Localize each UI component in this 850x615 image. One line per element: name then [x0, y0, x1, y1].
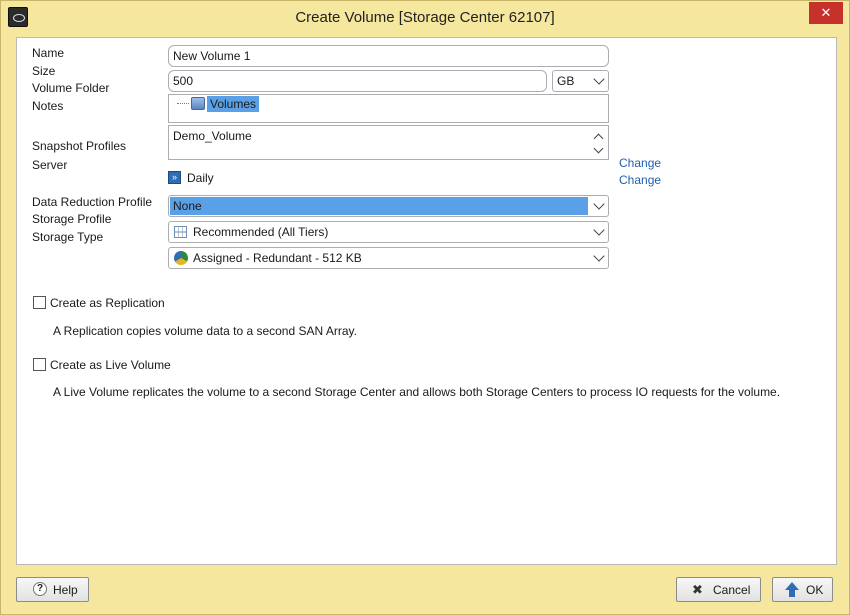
name-label: Name	[32, 46, 65, 60]
snapshot-profiles-label: Snapshot Profiles	[32, 139, 127, 153]
data-reduction-value: None	[173, 199, 202, 213]
replication-label[interactable]: Create as Replication	[50, 296, 165, 310]
storage-tiers-icon	[174, 226, 187, 238]
tree-node-volumes[interactable]: Volumes	[207, 96, 260, 112]
volume-folder-tree[interactable]: Volumes	[168, 94, 609, 123]
size-input[interactable]: 500	[168, 70, 547, 92]
replication-checkbox[interactable]	[33, 296, 46, 309]
size-unit-select[interactable]: GB	[552, 70, 609, 92]
scroll-up-icon[interactable]	[593, 133, 604, 144]
storage-type-icon	[174, 251, 188, 265]
data-reduction-select[interactable]: None	[168, 195, 609, 217]
volume-folder-label: Volume Folder	[32, 81, 110, 95]
tree-connector	[177, 103, 189, 104]
change-server-link[interactable]: Change	[619, 173, 661, 187]
storage-profile-label: Storage Profile	[32, 212, 112, 226]
server-label: Server	[32, 158, 68, 172]
chevron-down-icon	[593, 73, 605, 85]
cancel-button-label: Cancel	[713, 583, 751, 597]
close-button[interactable]: ✕	[809, 2, 843, 24]
cancel-button[interactable]: ✖ Cancel	[676, 577, 761, 602]
live-volume-label[interactable]: Create as Live Volume	[50, 358, 171, 372]
chevron-down-icon	[593, 224, 605, 236]
size-label: Size	[32, 64, 56, 78]
database-icon	[191, 97, 205, 110]
arrow-up-icon	[785, 582, 799, 590]
size-unit-value: GB	[557, 74, 575, 88]
chevron-down-icon	[593, 250, 605, 262]
selection-highlight	[170, 197, 588, 215]
window-title: Create Volume [Storage Center 62107]	[295, 9, 555, 26]
title-bar[interactable]: Create Volume [Storage Center 62107] ✕	[1, 1, 849, 33]
cancel-x-icon: ✖	[692, 582, 703, 597]
help-button[interactable]: ? Help	[16, 577, 89, 602]
notes-value: Demo_Volume	[173, 129, 252, 143]
arrow-up-icon-stem	[789, 590, 795, 597]
scroll-down-icon[interactable]	[593, 143, 604, 154]
storage-profile-select[interactable]: Recommended (All Tiers)	[168, 221, 609, 243]
notes-label: Notes	[32, 99, 64, 113]
create-volume-window: Create Volume [Storage Center 62107] ✕ N…	[0, 0, 850, 615]
live-volume-description: A Live Volume replicates the volume to a…	[53, 385, 781, 399]
ok-button-label: OK	[806, 583, 824, 597]
size-input-value: 500	[173, 74, 194, 88]
help-button-label: Help	[53, 583, 78, 597]
notes-textarea[interactable]: Demo_Volume	[168, 125, 609, 160]
replication-description: A Replication copies volume data to a se…	[53, 324, 357, 338]
data-reduction-profile-label: Data Reduction Profile	[32, 195, 153, 209]
name-input-value: New Volume 1	[173, 49, 251, 63]
dialog-content: Name Size Volume Folder Notes Snapshot P…	[16, 37, 837, 565]
name-input[interactable]: New Volume 1	[168, 45, 609, 67]
help-icon: ?	[33, 582, 47, 596]
ok-button[interactable]: OK	[772, 577, 833, 602]
snapshot-profile-value: Daily	[187, 171, 214, 185]
change-snapshot-link[interactable]: Change	[619, 156, 661, 170]
storage-type-value: Assigned - Redundant - 512 KB	[193, 251, 362, 265]
storage-profile-value: Recommended (All Tiers)	[193, 225, 329, 239]
storage-type-label: Storage Type	[32, 230, 104, 244]
live-volume-checkbox[interactable]	[33, 358, 46, 371]
snapshot-schedule-icon: »	[168, 171, 181, 184]
chevron-down-icon	[593, 198, 605, 210]
storage-type-select[interactable]: Assigned - Redundant - 512 KB	[168, 247, 609, 269]
